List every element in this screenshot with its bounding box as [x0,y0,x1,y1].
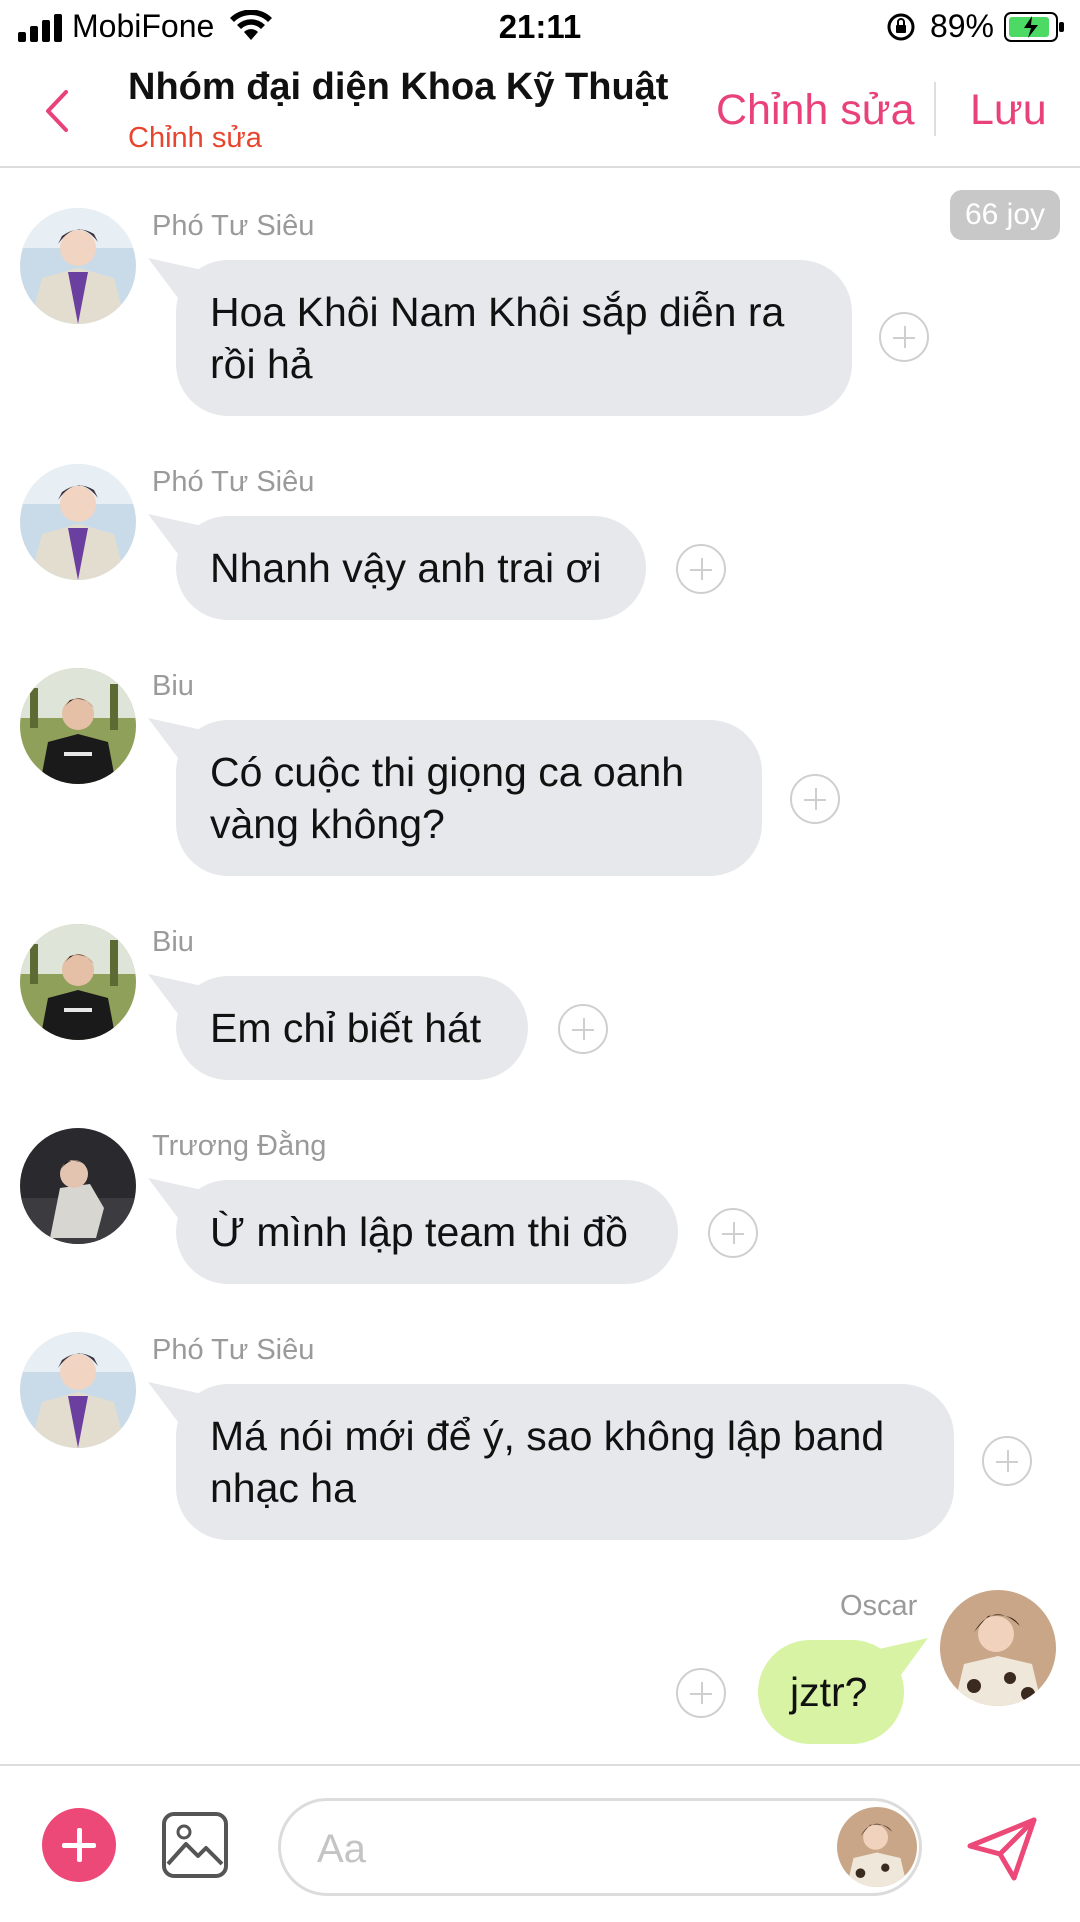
sender-name: Trương Đằng [152,1130,327,1162]
sender-name: Phó Tư Siêu [152,1334,315,1366]
avatar[interactable] [20,1332,136,1448]
avatar[interactable] [20,668,136,784]
sender-name: Phó Tư Siêu [152,466,315,498]
composer-bar: Aa [0,1764,1080,1922]
clock: 21:11 [498,8,582,45]
group-title[interactable]: Nhóm đại diện Khoa Kỹ Thuật [128,66,668,109]
add-reaction-icon[interactable] [790,774,840,824]
add-reaction-icon[interactable] [676,544,726,594]
avatar[interactable] [20,1128,136,1244]
avatar[interactable] [20,464,136,580]
back-icon[interactable] [38,86,78,136]
message-bubble[interactable]: Ừ mình lập team thi đồ [176,1180,678,1284]
header-divider [934,82,936,136]
battery-charging-icon [1004,12,1064,42]
sender-name: Phó Tư Siêu [152,210,315,242]
send-icon[interactable] [966,1816,1038,1882]
battery-percentage: 89% [929,8,994,44]
orientation-lock-icon [887,13,915,41]
message-bubble-mine[interactable]: jztr? [758,1640,904,1744]
joy-badge: 66 joy [950,190,1060,240]
chat-header: Nhóm đại diện Khoa Kỹ Thuật Chỉnh sửa Ch… [0,56,1080,168]
message-input[interactable]: Aa [278,1798,922,1896]
message-bubble[interactable]: Hoa Khôi Nam Khôi sắp diễn ra rồi hả [176,260,852,416]
message-input-placeholder: Aa [317,1827,366,1871]
image-icon[interactable] [162,1812,228,1878]
message-bubble[interactable]: Má nói mới để ý, sao không lập band nhạc… [176,1384,954,1540]
avatar[interactable] [20,924,136,1040]
avatar[interactable] [20,208,136,324]
message-bubble[interactable]: Em chỉ biết hát [176,976,528,1080]
avatar[interactable] [940,1590,1056,1706]
sender-name: Biu [152,670,194,702]
add-reaction-icon[interactable] [708,1208,758,1258]
add-reaction-icon[interactable] [676,1668,726,1718]
edit-button[interactable]: Chỉnh sửa [716,86,915,135]
sender-name: Oscar [840,1590,918,1622]
message-bubble[interactable]: Có cuộc thi giọng ca oanh vàng không? [176,720,762,876]
save-button[interactable]: Lưu [970,86,1047,135]
add-reaction-icon[interactable] [879,312,929,362]
message-bubble[interactable]: Nhanh vậy anh trai ơi [176,516,646,620]
sender-name: Biu [152,926,194,958]
add-attachment-button[interactable] [42,1808,116,1882]
sender-avatar[interactable] [837,1807,917,1887]
status-bar: MobiFone 21:11 89% [0,0,1080,56]
add-reaction-icon[interactable] [982,1436,1032,1486]
add-reaction-icon[interactable] [558,1004,608,1054]
group-subtitle-edit[interactable]: Chỉnh sửa [128,122,262,155]
